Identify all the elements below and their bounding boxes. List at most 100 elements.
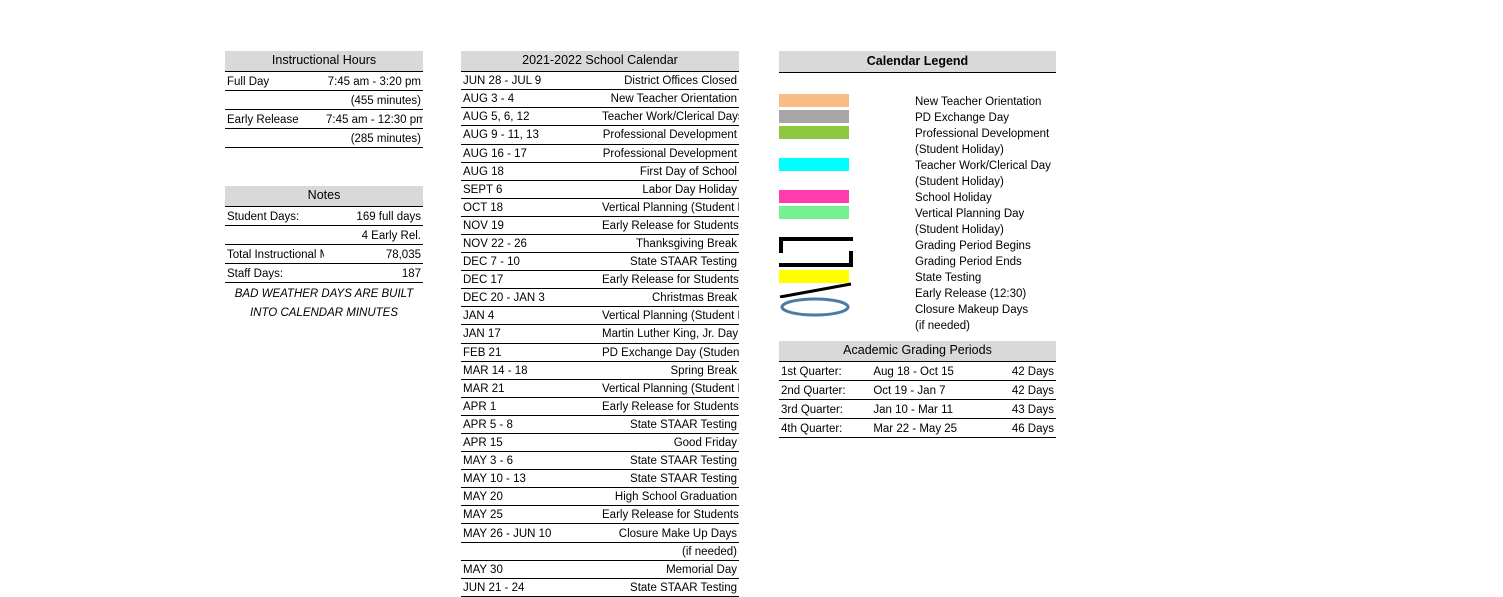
table-row: 4th Quarter: Mar 22 - May 25 46 Days: [779, 419, 1056, 438]
row-value: 7:45 am - 3:20 pm: [327, 76, 421, 89]
calendar-row-date: AUG 5, 6, 12: [463, 111, 530, 124]
calendar-row-event: (if needed): [682, 545, 737, 558]
grading-period-days: 42 Days: [1011, 385, 1054, 398]
notes-panel: Notes Student Days: 169 full days 4 Earl…: [225, 186, 423, 321]
calendar-row-event: Professional Development: [602, 147, 737, 160]
grading-period-quarter: 1st Quarter:: [781, 366, 842, 379]
table-row: MAY 20 High School Graduation: [461, 488, 739, 506]
calendar-row-event: First Day of School: [639, 165, 737, 178]
table-row: MAY 10 - 13 State STAAR Testing: [461, 470, 739, 488]
school-calendar-rows: JUN 28 - JUL 9 District Offices Closed AUG…: [461, 72, 739, 597]
calendar-row-date: AUG 9 - 11, 13: [463, 129, 539, 142]
table-row: AUG 9 - 11, 13 Professional Development: [461, 126, 739, 144]
table-row: JAN 17 Martin Luther King, Jr. Day: [461, 325, 739, 344]
legend-item-label: (Student Holiday): [915, 144, 1004, 156]
row-value: (455 minutes): [350, 95, 421, 108]
calendar-row-date: DEC 7 - 10: [463, 256, 520, 269]
legend-color-swatch: [779, 110, 849, 123]
instructional-hours-panel: Instructional Hours Full Day 7:45 am - 3…: [225, 51, 423, 148]
legend-item-label: Early Release (12:30): [915, 288, 1027, 300]
row-value: 4 Early Rel.: [361, 230, 421, 243]
calendar-row-event: PD Exchange Day (Student Holiday): [602, 346, 739, 359]
calendar-row-date: MAR 14 - 18: [463, 364, 528, 377]
table-row: AUG 16 - 17 Professional Development: [461, 144, 739, 163]
calendar-row-event: Early Release for Students: [602, 509, 739, 522]
legend-item-label: Grading Period Ends: [915, 256, 1022, 268]
calendar-row-date: MAY 25: [463, 509, 503, 522]
legend-color-swatch: [779, 126, 849, 139]
table-row: MAR 21 Vertical Planning (Student Holiday…: [461, 379, 739, 398]
calendar-row-event: State STAAR Testing: [630, 418, 737, 431]
table-row: APR 1 Early Release for Students and Staf…: [461, 397, 739, 416]
calendar-row-event: District Offices Closed: [624, 75, 737, 88]
notes-footer-row: BAD WEATHER DAYS ARE BUILT: [225, 283, 423, 303]
table-row: Total Instructional Minutes: 78,035: [225, 245, 423, 264]
calendar-legend-panel: Calendar Legend New Teacher Orientation P…: [779, 51, 1056, 333]
row-value: 169 full days: [356, 211, 421, 224]
table-row: DEC 17 Early Release for Students and Sta…: [461, 271, 739, 289]
table-header-row: Instructional Hours: [225, 51, 423, 73]
table-row: Staff Days: 187: [225, 264, 423, 283]
calendar-row-event: Thanksgiving Break: [636, 238, 737, 250]
closure-makeup-ellipse-icon: [780, 297, 850, 317]
table-row: FEB 21 PD Exchange Day (Student Holiday): [461, 343, 739, 362]
grading-periods-panel: Academic Grading Periods 1st Quarter: Aug…: [779, 341, 1056, 438]
row-label: Student Days:: [227, 211, 300, 224]
legend-color-swatch: [779, 190, 849, 203]
table-row: Student Days: 169 full days: [225, 207, 423, 226]
table-row: MAY 30 Memorial Day: [461, 560, 739, 579]
table-row: MAY 3 - 6 State STAAR Testing: [461, 452, 739, 470]
table-row: JUN 21 - 24 State STAAR Testing: [461, 578, 739, 597]
calendar-row-event: Teacher Work/Clerical Days: [602, 111, 739, 124]
grading-period-range: Aug 18 - Oct 15: [873, 366, 954, 379]
table-row: JAN 4 Vertical Planning (Student Holiday): [461, 307, 739, 325]
legend-item-label: (if needed): [915, 320, 970, 332]
calendar-row-event: Good Friday: [673, 437, 737, 450]
calendar-row-event: Early Release for Students and Staff: [602, 274, 739, 287]
table-row: Early Release 7:45 am - 12:30 pm: [225, 110, 423, 129]
grading-period-quarter: 2nd Quarter:: [781, 385, 846, 398]
calendar-row-event: Martin Luther King, Jr. Day: [602, 328, 739, 341]
calendar-row-date: MAY 20: [463, 491, 503, 504]
calendar-row-date: MAY 3 - 6: [463, 455, 514, 468]
table-row: AUG 18 First Day of School: [461, 162, 739, 181]
table-row: NOV 22 - 26 Thanksgiving Break: [461, 234, 739, 253]
legend-item-label: School Holiday: [915, 192, 992, 204]
calendar-row-date: APR 5 - 8: [463, 418, 513, 431]
grading-period-quarter: 3rd Quarter:: [781, 404, 843, 417]
early-release-slash-icon: [779, 282, 852, 299]
table-row: AUG 5, 6, 12 Teacher Work/Clerical Days: [461, 108, 739, 126]
calendar-row-event: Professional Development: [602, 129, 737, 142]
school-calendar-title: 2021-2022 School Calendar: [461, 51, 739, 73]
table-row: JUN 28 - JUL 9 District Offices Closed: [461, 72, 739, 90]
table-header-row: 2021-2022 School Calendar: [461, 51, 739, 73]
notes-footer-row: INTO CALENDAR MINUTES: [225, 302, 423, 321]
table-row: OCT 18 Vertical Planning (Student Holiday…: [461, 198, 739, 217]
calendar-row-date: DEC 17: [463, 274, 504, 287]
row-label: [225, 226, 324, 245]
table-row: (if needed): [461, 542, 739, 561]
legend-item-label: Teacher Work/Clerical Day: [915, 160, 1051, 172]
legend-item-label: (Student Holiday): [915, 176, 1004, 188]
legend-item-label: New Teacher Orientation: [915, 96, 1042, 108]
calendar-row-event: Closure Make Up Days: [618, 527, 737, 540]
calendar-row-event: Early Release for Students and Staff: [602, 219, 739, 232]
table-row: Full Day 7:45 am - 3:20 pm: [225, 72, 423, 91]
calendar-row-event: State STAAR Testing: [630, 581, 737, 594]
grading-period-range: Mar 22 - May 25: [873, 423, 958, 436]
table-row: 1st Quarter: Aug 18 - Oct 15 42 Days: [779, 362, 1056, 381]
legend-early-release-icon: [779, 282, 853, 299]
calendar-row-date: JAN 4: [463, 310, 495, 323]
row-value: 187: [401, 268, 421, 281]
grading-period-days: 46 Days: [1011, 423, 1054, 436]
school-calendar-panel: 2021-2022 School Calendar JUN 28 - JUL 9…: [461, 51, 739, 597]
table-row: APR 5 - 8 State STAAR Testing: [461, 415, 739, 434]
legend-closure-makeup-icon: [779, 297, 851, 317]
row-label: [225, 91, 324, 110]
calendar-row-date: MAY 10 - 13: [463, 473, 526, 486]
calendar-row-event: State STAAR Testing: [630, 473, 737, 486]
calendar-row-event: State STAAR Testing: [630, 455, 737, 468]
table-row: (285 minutes): [225, 129, 423, 148]
table-row: (455 minutes): [225, 91, 423, 110]
table-header-row: Academic Grading Periods: [779, 341, 1056, 363]
